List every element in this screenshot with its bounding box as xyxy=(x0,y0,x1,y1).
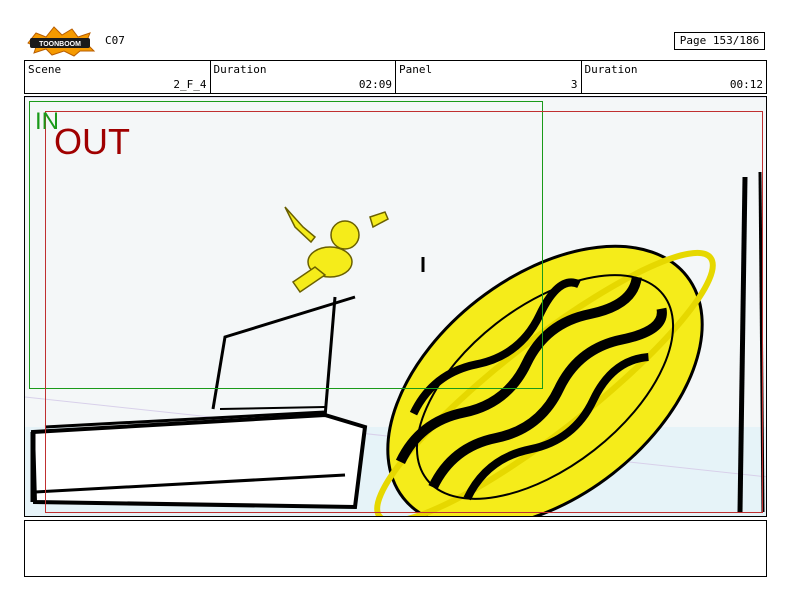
sequence-code: C07 xyxy=(105,34,125,47)
panel-duration-value: 00:12 xyxy=(729,78,763,91)
scene-cell: Scene 2_F_4 xyxy=(25,61,211,93)
scene-value: 2_F_4 xyxy=(173,78,207,91)
panel-label: Panel xyxy=(399,63,433,76)
scene-duration-value: 02:09 xyxy=(358,78,392,91)
page-number: Page 153/186 xyxy=(674,32,765,50)
scene-label: Scene xyxy=(28,63,62,76)
toonboom-logo: TOONBOOM xyxy=(24,25,96,57)
panel-value: 3 xyxy=(570,78,578,91)
storyboard-frame xyxy=(24,96,767,517)
panel-cell: Panel 3 xyxy=(396,61,582,93)
out-frame-border xyxy=(45,111,763,513)
panel-info-bar: Scene 2_F_4 Duration 02:09 Panel 3 Durat… xyxy=(24,60,767,94)
notes-box xyxy=(24,520,767,577)
scene-duration-label: Duration xyxy=(213,63,267,76)
scene-duration-cell: Duration 02:09 xyxy=(211,61,396,93)
panel-duration-cell: Duration 00:12 xyxy=(582,61,767,93)
svg-text:TOONBOOM: TOONBOOM xyxy=(39,41,81,48)
panel-duration-label: Duration xyxy=(584,63,638,76)
out-frame-label: OUT xyxy=(54,121,130,162)
